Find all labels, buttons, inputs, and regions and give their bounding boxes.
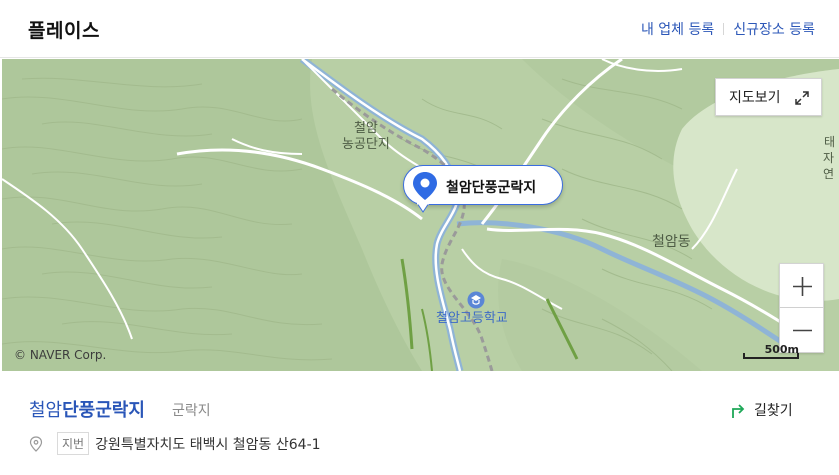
directions-arrow-icon: [732, 404, 745, 418]
page-title: 플레이스: [28, 20, 100, 42]
place-info: 철암단풍군락지 군락지 길찾기 지번 강원특별자치도 태백시 철암동 산64-1: [0, 372, 839, 475]
map-scale: 500m: [743, 339, 799, 361]
register-new-place-link[interactable]: 신규장소 등록: [733, 19, 815, 39]
map-label-complex-text: 철암 농공단지: [342, 121, 390, 152]
header-links: 내 업체 등록 신규장소 등록: [641, 19, 815, 39]
map-label-complex: 철암 농공단지: [342, 121, 390, 153]
school-icon: [467, 291, 485, 309]
place-name-link[interactable]: 철암단풍군락지: [29, 396, 145, 422]
scale-label: 500m: [764, 343, 799, 356]
register-business-link[interactable]: 내 업체 등록: [641, 19, 714, 39]
address-row: 지번 강원특별자치도 태백시 철암동 산64-1: [29, 432, 321, 455]
view-map-label: 지도보기: [729, 90, 781, 106]
location-marker-icon: [29, 435, 43, 452]
expand-icon: [795, 91, 809, 105]
place-name-prefix: 철암: [29, 400, 63, 421]
place-marker[interactable]: 철암단풍군락지: [403, 165, 563, 205]
map-label-edge-1: 태: [824, 135, 836, 149]
map-label-school: 철암고등학교: [436, 311, 508, 326]
link-divider: [723, 23, 725, 35]
view-map-button[interactable]: 지도보기: [715, 78, 822, 116]
directions-label: 길찾기: [754, 403, 793, 419]
address-text: 강원특별자치도 태백시 철암동 산64-1: [95, 436, 321, 453]
map-label-edge-2: 자연: [822, 151, 835, 181]
header: 플레이스 내 업체 등록 신규장소 등록: [0, 0, 839, 58]
place-category: 군락지: [172, 403, 211, 419]
location-pin-icon: [413, 172, 437, 200]
place-name-highlight: 단풍군락지: [62, 400, 145, 421]
map-view[interactable]: 철암 농공단지 철암동 철암고등학교 태 자연 철암단풍군락지 지도보기 © N…: [2, 59, 839, 371]
address-type-badge: 지번: [57, 432, 90, 455]
directions-button[interactable]: 길찾기: [730, 400, 793, 420]
map-terrain: [2, 59, 839, 371]
map-copyright: © NAVER Corp.: [14, 348, 107, 362]
zoom-in-button[interactable]: [779, 263, 824, 308]
place-card: 플레이스 내 업체 등록 신규장소 등록 철암 농공단지 철암동 철암고등학교 …: [0, 0, 839, 475]
marker-label: 철암단풍군락지: [446, 180, 537, 196]
map-label-district: 철암동: [652, 234, 691, 250]
plus-icon: [793, 277, 812, 296]
marker-tail: [417, 203, 429, 213]
